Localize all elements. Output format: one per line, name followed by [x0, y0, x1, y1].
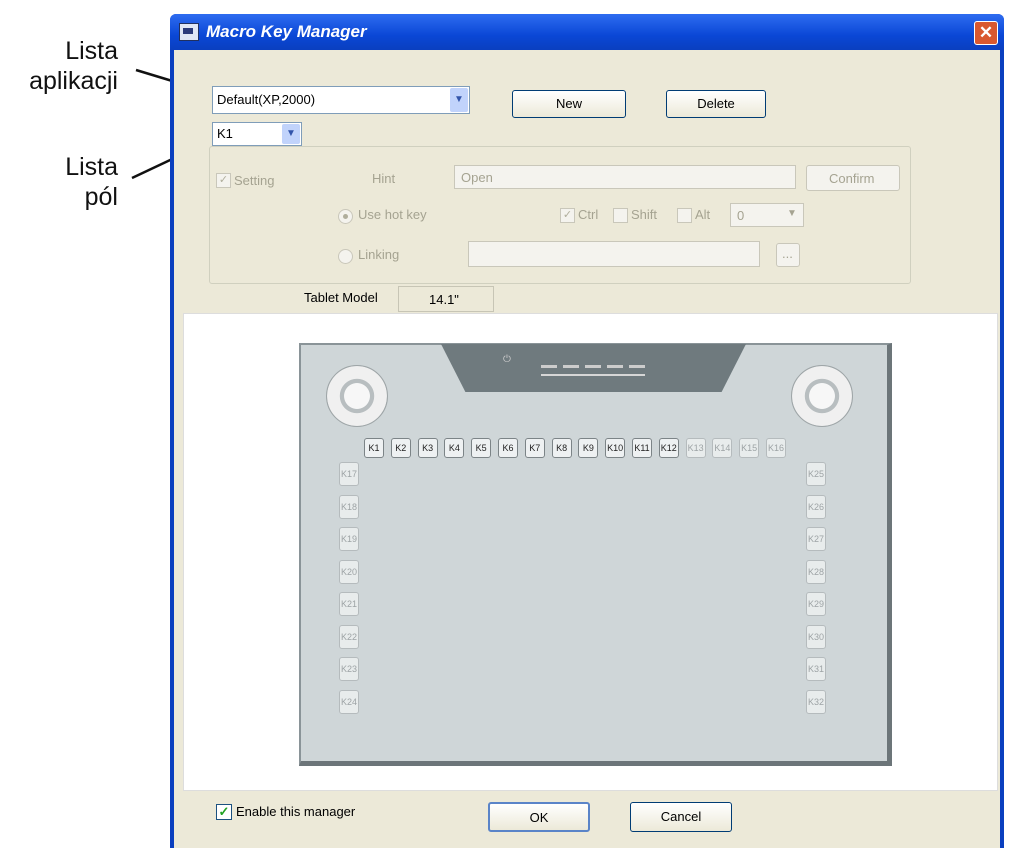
browse-label: ...: [782, 246, 793, 261]
led-underline: [541, 374, 645, 376]
enable-manager-checkbox[interactable]: ✓: [216, 804, 232, 820]
ctrl-label: Ctrl: [578, 207, 599, 222]
close-button[interactable]: ✕: [974, 21, 998, 45]
right-dial-icon[interactable]: [791, 365, 853, 427]
tablet-key-k21[interactable]: K21: [339, 592, 359, 616]
delete-button[interactable]: Delete: [666, 90, 766, 118]
chevron-down-icon[interactable]: ▼: [787, 208, 797, 219]
tablet-key-k9[interactable]: K9: [578, 438, 599, 458]
tablet-key-k29[interactable]: K29: [806, 592, 826, 616]
tablet-graphic: ⏻ K1 K2 K3 K4 K5 K6 K7 K8 K9 K10 K11 K12 K13 K14 K15 K1…: [299, 343, 892, 766]
ok-button[interactable]: OK: [488, 802, 590, 832]
cancel-button[interactable]: Cancel: [630, 802, 732, 832]
settings-group: ✓ Setting Hint Open Confirm Use hot key …: [209, 146, 911, 284]
linking-radio[interactable]: [338, 249, 353, 264]
tablet-key-k18[interactable]: K18: [339, 494, 359, 519]
hint-label: Hint: [372, 171, 396, 186]
browse-button[interactable]: ...: [776, 243, 800, 267]
hint-value: Open: [461, 170, 493, 185]
tablet-key-k16[interactable]: K16: [766, 438, 786, 458]
tablet-preview-area: ⏻ K1 K2 K3 K4 K5 K6 K7 K8 K9 K10 K11 K12 K13 K14 K15 K1…: [183, 313, 998, 791]
tablet-key-k32[interactable]: K32: [806, 689, 826, 714]
app-icon: [179, 23, 199, 41]
left-dial-icon[interactable]: [326, 365, 388, 427]
tablet-key-k25[interactable]: K25: [806, 462, 826, 486]
setting-label: Setting: [234, 173, 275, 188]
tablet-key-k12[interactable]: K12: [658, 438, 679, 458]
tablet-key-k22[interactable]: K22: [339, 624, 359, 649]
tablet-key-k1[interactable]: K1: [364, 438, 384, 458]
tablet-model-value-box: 14.1": [398, 286, 494, 312]
tablet-key-k31[interactable]: K31: [806, 657, 826, 681]
tablet-key-k30[interactable]: K30: [806, 624, 826, 649]
use-hot-key-label: Use hot key: [358, 207, 427, 222]
application-select-value: Default(XP,2000): [217, 92, 316, 107]
alt-label: Alt: [695, 207, 711, 222]
tablet-key-k20[interactable]: K20: [339, 559, 359, 584]
hint-input[interactable]: Open: [454, 165, 796, 189]
chevron-down-icon[interactable]: ▼: [450, 88, 468, 112]
hot-key-select[interactable]: 0 ▼: [730, 203, 804, 227]
tablet-key-k7[interactable]: K7: [524, 438, 545, 458]
tablet-key-k10[interactable]: K10: [605, 438, 626, 458]
enable-manager-label: Enable this manager: [236, 804, 356, 819]
tablet-model-value: 14.1": [429, 292, 459, 307]
alt-checkbox[interactable]: [677, 208, 692, 223]
tablet-key-k4[interactable]: K4: [444, 438, 465, 458]
linking-label: Linking: [358, 247, 400, 262]
linking-input[interactable]: [468, 241, 760, 267]
tablet-key-k14[interactable]: K14: [712, 438, 733, 458]
title-bar[interactable]: Macro Key Manager ✕: [170, 14, 1004, 50]
status-led-icon: [585, 365, 601, 368]
use-hot-key-radio[interactable]: [338, 209, 353, 224]
macro-key-manager-window: Macro Key Manager ✕ Default(XP,2000) ▼ N…: [170, 14, 1004, 848]
tablet-top-panel: ⏻: [441, 344, 746, 392]
tablet-key-k17[interactable]: K17: [339, 462, 359, 486]
dialog-client: Default(XP,2000) ▼ New Delete K1 ▼ ✓ Set…: [174, 50, 1000, 848]
window-title: Macro Key Manager: [206, 22, 367, 41]
chevron-down-icon[interactable]: ▼: [282, 124, 300, 144]
application-select[interactable]: Default(XP,2000) ▼: [212, 86, 470, 114]
tablet-key-k3[interactable]: K3: [417, 438, 438, 458]
tablet-key-k24[interactable]: K24: [339, 689, 359, 714]
tablet-key-k2[interactable]: K2: [390, 438, 411, 458]
power-icon: ⏻: [503, 354, 511, 365]
shift-label: Shift: [631, 207, 658, 222]
confirm-label: Confirm: [829, 171, 875, 186]
tablet-key-k8[interactable]: K8: [551, 438, 572, 458]
tablet-key-k26[interactable]: K26: [806, 494, 826, 519]
status-led-icon: [629, 365, 645, 368]
new-button[interactable]: New: [512, 90, 626, 118]
tablet-key-k15[interactable]: K15: [739, 438, 760, 458]
key-select-value: K1: [217, 126, 233, 141]
tablet-key-k11[interactable]: K11: [632, 438, 652, 458]
tablet-key-k28[interactable]: K28: [806, 559, 826, 584]
tablet-key-k23[interactable]: K23: [339, 657, 359, 681]
key-select[interactable]: K1 ▼: [212, 122, 302, 146]
setting-checkbox[interactable]: ✓: [216, 173, 231, 188]
tablet-key-k19[interactable]: K19: [339, 527, 359, 551]
hot-key-value: 0: [737, 208, 745, 223]
tablet-model-label: Tablet Model: [304, 290, 378, 305]
status-led-icon: [563, 365, 579, 368]
tablet-key-k5[interactable]: K5: [471, 438, 492, 458]
tablet-key-k6[interactable]: K6: [498, 438, 518, 458]
tablet-key-k27[interactable]: K27: [806, 527, 826, 551]
shift-checkbox[interactable]: [613, 208, 628, 223]
status-led-icon: [607, 365, 623, 368]
ctrl-checkbox[interactable]: ✓: [560, 208, 575, 223]
confirm-button[interactable]: Confirm: [806, 165, 900, 191]
tablet-key-k13[interactable]: K13: [685, 438, 706, 458]
status-led-icon: [541, 365, 557, 368]
